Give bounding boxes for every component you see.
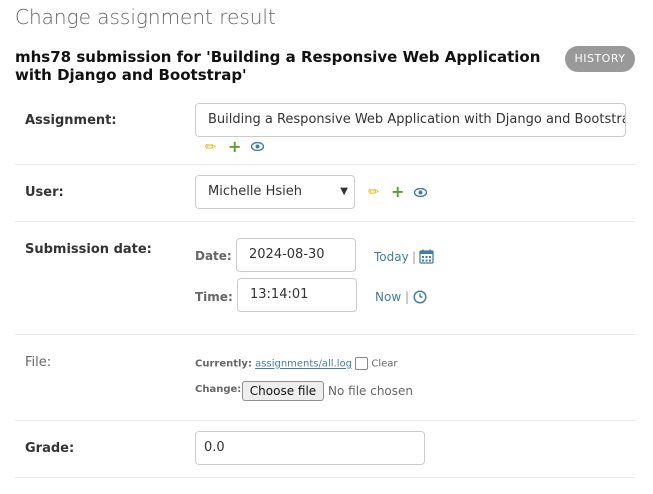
now-link[interactable]: Now xyxy=(375,290,401,304)
grade-label: Grade: xyxy=(25,441,75,456)
user-label: User: xyxy=(25,185,64,200)
file-label: File: xyxy=(25,355,52,370)
change-label: Change: xyxy=(195,384,242,395)
today-link[interactable]: Today xyxy=(374,250,409,264)
grade-input[interactable]: 0.0 xyxy=(195,431,425,465)
eye-icon[interactable] xyxy=(251,142,264,151)
date-input[interactable]: 2024-08-30 xyxy=(236,238,356,272)
submission-date-row: Submission date: Date: 2024-08-30 Today … xyxy=(15,221,635,335)
no-file-text: No file chosen xyxy=(328,384,414,398)
clear-label: Clear xyxy=(371,358,398,370)
page-title: Change assignment result xyxy=(15,5,276,29)
submission-date-label: Submission date: xyxy=(25,242,152,257)
user-select[interactable]: Michelle Hsieh ▼ xyxy=(195,175,355,209)
file-row: File: xyxy=(15,334,635,421)
grade-row: Grade: 0.0 xyxy=(15,420,635,478)
history-button[interactable]: History xyxy=(565,46,635,72)
time-label: Time: xyxy=(195,290,233,304)
eye-icon[interactable] xyxy=(414,188,427,197)
currently-label: Currently: xyxy=(195,358,252,370)
object-subtitle: mhs78 submission for 'Building a Respons… xyxy=(15,48,541,84)
today-separator: | xyxy=(412,250,417,264)
plus-icon[interactable]: + xyxy=(228,139,241,155)
pencil-icon[interactable]: ✏ xyxy=(368,185,379,200)
user-selected-value: Michelle Hsieh xyxy=(208,184,302,199)
date-label: Date: xyxy=(195,249,232,263)
clear-checkbox[interactable] xyxy=(355,357,369,370)
pencil-icon[interactable]: ✏ xyxy=(205,140,216,155)
choose-file-button[interactable]: Choose file xyxy=(242,381,324,401)
chevron-down-icon: ▼ xyxy=(340,186,348,197)
clock-icon[interactable] xyxy=(413,290,427,304)
time-input[interactable]: 13:14:01 xyxy=(237,278,357,312)
now-separator: | xyxy=(405,290,410,304)
plus-icon[interactable]: + xyxy=(391,184,404,200)
assignment-row: Assignment: Building a Responsive Web Ap… xyxy=(15,94,635,165)
assignment-label: Assignment: xyxy=(25,113,117,128)
calendar-icon[interactable] xyxy=(419,249,434,264)
current-file-link[interactable]: assignments/all.log xyxy=(255,359,352,370)
file-currently: Currently: assignments/all.log Clear xyxy=(195,357,398,370)
user-row: User: Michelle Hsieh ▼ ✏ + xyxy=(15,164,635,222)
assignment-select[interactable]: Building a Responsive Web Application wi… xyxy=(195,103,626,137)
